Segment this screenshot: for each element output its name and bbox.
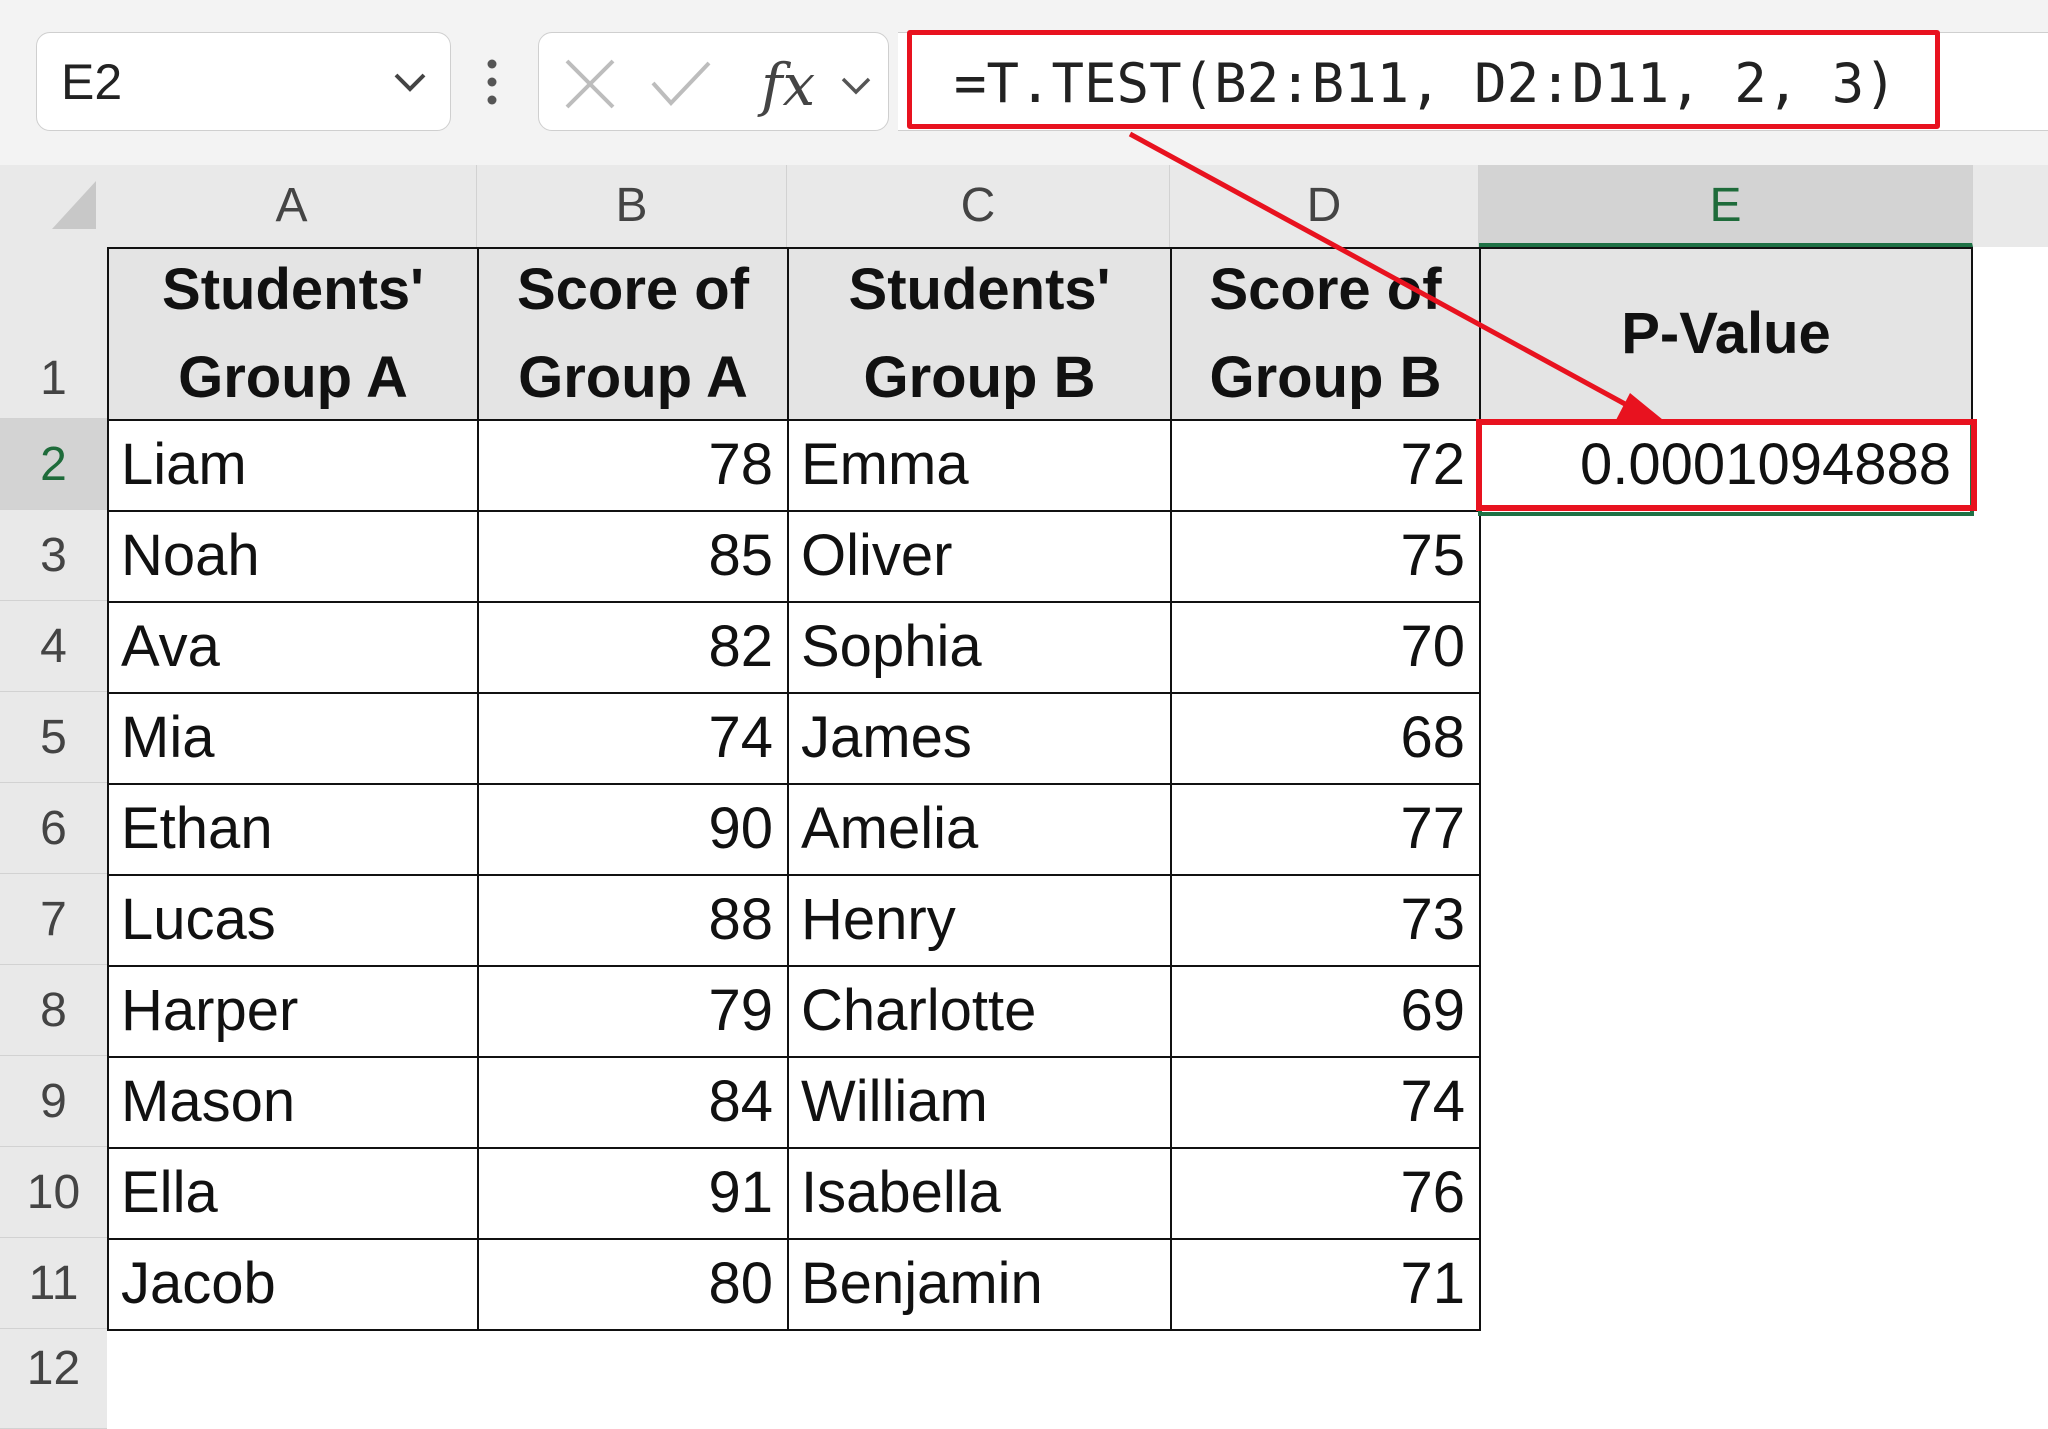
student-a-cell[interactable]: Mia bbox=[107, 692, 479, 785]
column-header-f[interactable] bbox=[1973, 165, 2048, 247]
student-b-cell[interactable]: Amelia bbox=[787, 783, 1172, 876]
header-line: Group A bbox=[178, 345, 408, 410]
score-b-cell[interactable]: 73 bbox=[1170, 874, 1481, 967]
row-header-4[interactable]: 4 bbox=[0, 601, 107, 692]
row-header-10[interactable]: 10 bbox=[0, 1147, 107, 1238]
row-header-6[interactable]: 6 bbox=[0, 783, 107, 874]
chevron-down-icon[interactable] bbox=[839, 73, 873, 99]
row-header-2[interactable]: 2 bbox=[0, 419, 107, 510]
row-header-5[interactable]: 5 bbox=[0, 692, 107, 783]
score-b-cell[interactable]: 69 bbox=[1170, 965, 1481, 1058]
student-a-cell[interactable]: Ella bbox=[107, 1147, 479, 1240]
header-line: P-Value bbox=[1621, 301, 1831, 366]
header-line: Students' bbox=[162, 257, 424, 322]
score-b-cell[interactable]: 72 bbox=[1170, 419, 1481, 512]
row-header-8[interactable]: 8 bbox=[0, 965, 107, 1056]
formula-controls: fx bbox=[538, 32, 889, 131]
student-a-cell[interactable]: Lucas bbox=[107, 874, 479, 967]
column-header-a[interactable]: A bbox=[107, 165, 477, 247]
student-a-cell[interactable]: Harper bbox=[107, 965, 479, 1058]
header-cell-c1[interactable]: Students' Group B bbox=[787, 247, 1172, 421]
score-a-cell[interactable]: 78 bbox=[477, 419, 789, 512]
row-header-1[interactable]: 1 bbox=[0, 247, 107, 419]
student-b-cell[interactable]: Benjamin bbox=[787, 1238, 1172, 1331]
student-b-cell[interactable]: James bbox=[787, 692, 1172, 785]
formula-text[interactable]: =T.TEST(B2:B11, D2:D11, 2, 3) bbox=[954, 40, 1897, 128]
student-a-cell[interactable]: Ethan bbox=[107, 783, 479, 876]
score-a-cell[interactable]: 82 bbox=[477, 601, 789, 694]
header-line: Score of bbox=[516, 257, 750, 322]
header-line: Score of bbox=[1209, 257, 1442, 322]
chevron-down-icon[interactable] bbox=[390, 67, 430, 97]
student-b-cell[interactable]: William bbox=[787, 1056, 1172, 1149]
row-header-11[interactable]: 11 bbox=[0, 1238, 107, 1329]
column-header-c[interactable]: C bbox=[787, 165, 1170, 247]
header-cell-a1[interactable]: Students' Group A bbox=[107, 247, 479, 421]
row-number: 1 bbox=[40, 352, 67, 405]
select-all-corner[interactable] bbox=[0, 165, 107, 247]
score-a-cell[interactable]: 84 bbox=[477, 1056, 789, 1149]
score-b-cell[interactable]: 70 bbox=[1170, 601, 1481, 694]
name-box[interactable]: E2 bbox=[36, 32, 451, 131]
row-header-3[interactable]: 3 bbox=[0, 510, 107, 601]
vertical-dots-icon[interactable] bbox=[484, 58, 500, 106]
header-line: Group A bbox=[518, 345, 748, 410]
p-value-highlight-box bbox=[1476, 419, 1977, 511]
score-a-cell[interactable]: 88 bbox=[477, 874, 789, 967]
score-a-cell[interactable]: 80 bbox=[477, 1238, 789, 1331]
student-a-cell[interactable]: Noah bbox=[107, 510, 479, 603]
student-a-cell[interactable]: Ava bbox=[107, 601, 479, 694]
score-b-cell[interactable]: 71 bbox=[1170, 1238, 1481, 1331]
student-a-cell[interactable]: Jacob bbox=[107, 1238, 479, 1331]
score-b-cell[interactable]: 76 bbox=[1170, 1147, 1481, 1240]
student-a-cell[interactable]: Mason bbox=[107, 1056, 479, 1149]
formula-bar: E2 fx =T.TEST(B2:B11, D2:D11, 2, 3) bbox=[0, 0, 2048, 166]
header-line: Group B bbox=[863, 345, 1096, 410]
student-a-cell[interactable]: Liam bbox=[107, 419, 479, 512]
header-line: Students' bbox=[848, 257, 1111, 322]
row-header-12[interactable]: 12 bbox=[0, 1329, 107, 1429]
header-cell-b1[interactable]: Score of Group A bbox=[477, 247, 789, 421]
student-b-cell[interactable]: Oliver bbox=[787, 510, 1172, 603]
check-icon[interactable] bbox=[649, 59, 713, 109]
score-a-cell[interactable]: 91 bbox=[477, 1147, 789, 1240]
student-b-cell[interactable]: Isabella bbox=[787, 1147, 1172, 1240]
score-a-cell[interactable]: 79 bbox=[477, 965, 789, 1058]
student-b-cell[interactable]: Sophia bbox=[787, 601, 1172, 694]
name-box-value: E2 bbox=[61, 53, 123, 110]
score-a-cell[interactable]: 85 bbox=[477, 510, 789, 603]
row-header-7[interactable]: 7 bbox=[0, 874, 107, 965]
score-b-cell[interactable]: 68 bbox=[1170, 692, 1481, 785]
x-icon[interactable] bbox=[563, 57, 617, 111]
worksheet-grid: A B C D E 1 2 3 4 5 6 7 8 9 10 11 12 Stu… bbox=[0, 165, 2048, 1429]
score-b-cell[interactable]: 77 bbox=[1170, 783, 1481, 876]
fx-icon[interactable]: fx bbox=[761, 51, 815, 119]
score-a-cell[interactable]: 74 bbox=[477, 692, 789, 785]
student-b-cell[interactable]: Emma bbox=[787, 419, 1172, 512]
student-b-cell[interactable]: Henry bbox=[787, 874, 1172, 967]
header-cell-d1[interactable]: Score of Group B bbox=[1170, 247, 1481, 421]
column-header-e[interactable]: E bbox=[1479, 165, 1973, 247]
header-cell-e1[interactable]: P-Value bbox=[1479, 247, 1973, 421]
score-b-cell[interactable]: 75 bbox=[1170, 510, 1481, 603]
header-line: Group B bbox=[1209, 345, 1442, 410]
student-b-cell[interactable]: Charlotte bbox=[787, 965, 1172, 1058]
row-header-9[interactable]: 9 bbox=[0, 1056, 107, 1147]
column-header-d[interactable]: D bbox=[1170, 165, 1479, 247]
score-b-cell[interactable]: 74 bbox=[1170, 1056, 1481, 1149]
column-header-b[interactable]: B bbox=[477, 165, 787, 247]
score-a-cell[interactable]: 90 bbox=[477, 783, 789, 876]
select-all-icon bbox=[52, 181, 96, 229]
